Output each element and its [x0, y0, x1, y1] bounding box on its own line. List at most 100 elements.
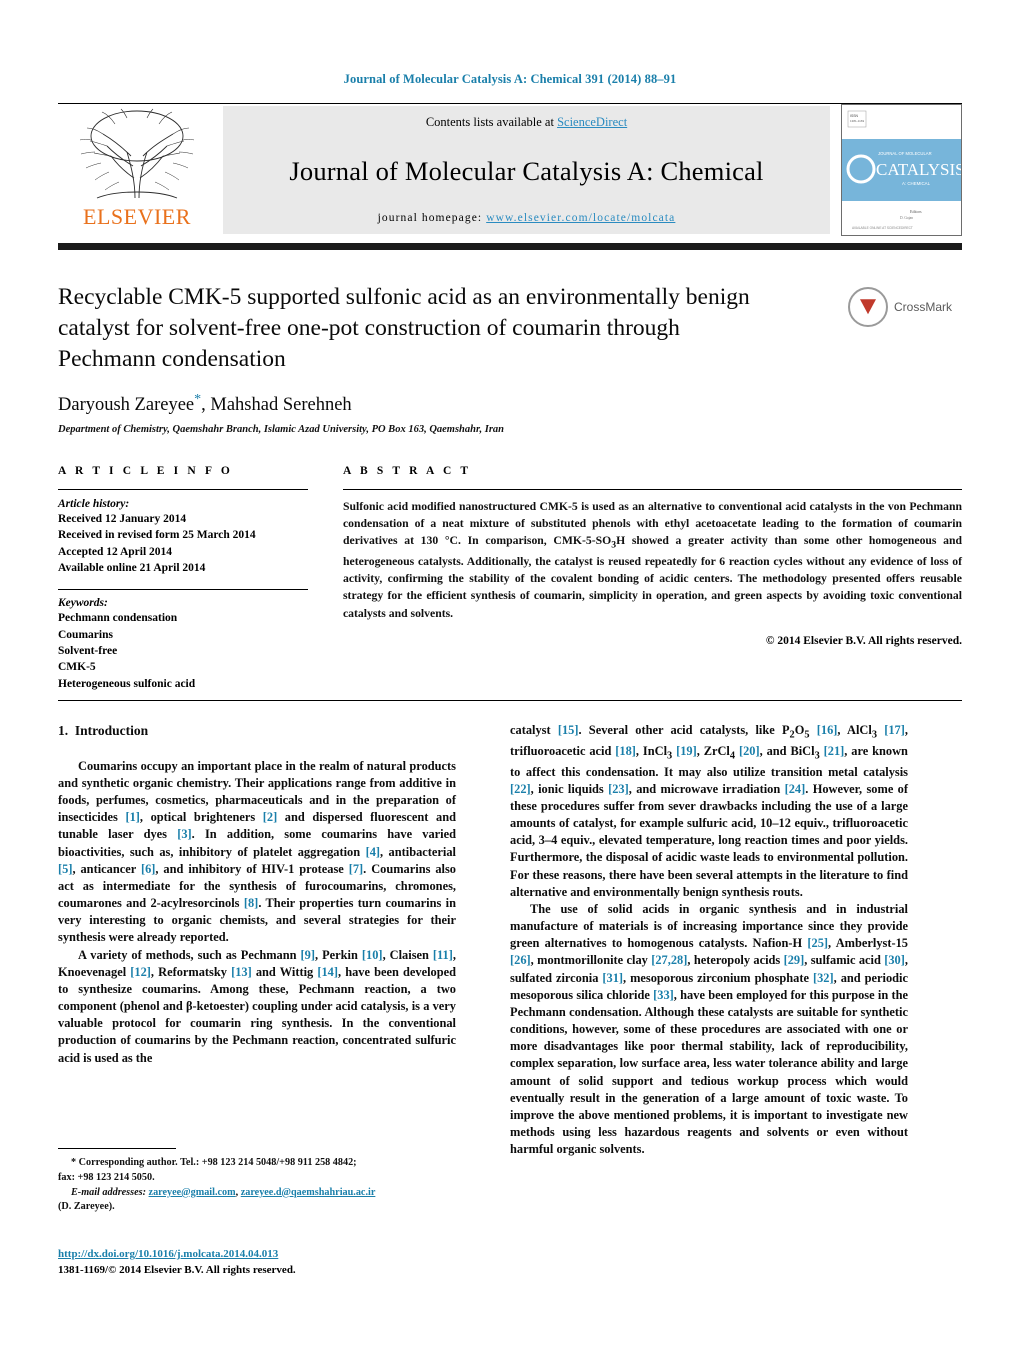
crossmark-label: CrossMark	[894, 300, 953, 314]
corresponding-author-note: * Corresponding author. Tel.: +98 123 21…	[71, 1157, 357, 1168]
section-title: Introduction	[74, 723, 149, 738]
citation-ref[interactable]: [23]	[608, 782, 629, 796]
citation-ref[interactable]: [14]	[317, 965, 338, 979]
affiliation: Department of Chemistry, Qaemshahr Branc…	[58, 424, 505, 436]
paragraph: The use of solid acids in organic synthe…	[510, 901, 909, 1157]
citation-ref[interactable]: [25]	[807, 936, 828, 950]
citation-ref[interactable]: [13]	[231, 965, 252, 979]
body-column-right: catalyst [15]. Several other acid cataly…	[510, 722, 908, 1158]
article-history-heading: Article history:	[58, 498, 130, 510]
elsevier-wordmark: ELSEVIER	[83, 204, 191, 229]
citation-ref[interactable]: [5]	[58, 862, 72, 876]
article-info-heading: A R T I C L E I N F O	[58, 465, 233, 477]
svg-text:Editors: Editors	[910, 209, 922, 214]
citation-ref[interactable]: [11]	[433, 948, 453, 962]
citation-ref[interactable]: [12]	[130, 965, 151, 979]
email-link-1[interactable]: zareyee@gmail.com	[149, 1187, 236, 1198]
body-column-left: 1. Introduction Coumarins occupy an impo…	[58, 722, 456, 1067]
citation-ref[interactable]: [17]	[884, 723, 905, 737]
doi-link[interactable]: http://dx.doi.org/10.1016/j.molcata.2014…	[58, 1247, 478, 1263]
keywords-rule	[58, 589, 308, 591]
keywords-heading: Keywords:	[58, 597, 108, 610]
elsevier-logo: ELSEVIER	[58, 106, 216, 234]
svg-text:ISSN: ISSN	[850, 114, 858, 118]
svg-text:D. Gajan: D. Gajan	[900, 216, 913, 220]
journal-header: ELSEVIER Contents lists available at Sci…	[58, 104, 962, 236]
citation-ref[interactable]: [3]	[177, 827, 191, 841]
email-owner: (D. Zareyee).	[58, 1201, 115, 1213]
citation-ref[interactable]: [2]	[263, 810, 277, 824]
footnote-rule	[58, 1148, 176, 1149]
citation-ref[interactable]: [10]	[362, 948, 383, 962]
footnote-block: * Corresponding author. Tel.: +98 123 21…	[58, 1156, 458, 1215]
contents-available-line: Contents lists available at ScienceDirec…	[426, 115, 627, 130]
citation-ref[interactable]: [22]	[510, 782, 531, 796]
citation-ref[interactable]: [19]	[676, 744, 697, 758]
citation-ref[interactable]: [9]	[301, 948, 315, 962]
citation-ref[interactable]: [30]	[884, 953, 905, 967]
citation-ref[interactable]: [21]	[824, 744, 845, 758]
doi-block: http://dx.doi.org/10.1016/j.molcata.2014…	[58, 1247, 478, 1279]
citation-ref[interactable]: [27,28]	[651, 953, 687, 967]
citation-ref[interactable]: [20]	[739, 744, 760, 758]
history-item: Accepted 12 April 2014	[58, 545, 173, 558]
journal-title: Journal of Molecular Catalysis A: Chemic…	[289, 155, 764, 186]
sciencedirect-link[interactable]: ScienceDirect	[557, 115, 627, 129]
body-top-divider	[58, 700, 962, 701]
keyword-item: Heterogeneous sulfonic acid	[58, 677, 196, 690]
citation-ref[interactable]: [24]	[785, 782, 806, 796]
keyword-item: Solvent-free	[58, 644, 118, 657]
journal-homepage-line: journal homepage: www.elsevier.com/locat…	[378, 212, 676, 224]
citation-ref[interactable]: [31]	[602, 971, 623, 985]
citation-ref[interactable]: [18]	[615, 744, 636, 758]
email-note: E-mail addresses: zareyee@gmail.com, zar…	[71, 1186, 376, 1198]
svg-text:CATALYSIS: CATALYSIS	[876, 160, 961, 179]
elsevier-tree-icon	[79, 108, 195, 199]
section-heading: 1. Introduction	[58, 722, 456, 741]
svg-text:JOURNAL OF MOLECULAR: JOURNAL OF MOLECULAR	[878, 151, 932, 156]
keyword-item: CMK-5	[58, 661, 96, 674]
journal-cover-image: ISSN 1381-1169 JOURNAL OF MOLECULAR CATA…	[842, 105, 961, 235]
citation-ref[interactable]: [7]	[349, 862, 363, 876]
abstract-column: A B S T R A C T Sulfonic acid modified n…	[343, 465, 962, 647]
citation-ref[interactable]: [29]	[784, 953, 805, 967]
citation-ref[interactable]: [15]	[558, 723, 579, 737]
title-block: Recyclable CMK-5 supported sulfonic acid…	[58, 282, 962, 435]
citation-ref[interactable]: [1]	[125, 810, 139, 824]
citation-ref[interactable]: [16]	[817, 723, 838, 737]
abstract-rule	[343, 489, 962, 490]
citation-ref[interactable]: [32]	[813, 971, 834, 985]
journal-masthead: Contents lists available at ScienceDirec…	[223, 106, 830, 234]
crossmark-badge[interactable]: CrossMark	[848, 278, 962, 336]
history-item: Received in revised form 25 March 2014	[58, 529, 256, 542]
running-head: Journal of Molecular Catalysis A: Chemic…	[343, 72, 677, 86]
citation-ref[interactable]: [4]	[366, 845, 380, 859]
citation-ref[interactable]: [26]	[510, 953, 531, 967]
author-list: Daryoush Zareyee*, Mahshad Serehneh	[58, 392, 962, 416]
keyword-item: Coumarins	[58, 628, 113, 641]
author-secondary: , Mahshad Serehneh	[201, 395, 352, 416]
svg-text:1381-1169: 1381-1169	[850, 119, 864, 123]
paragraph: A variety of methods, such as Pechmann […	[58, 947, 456, 1065]
contents-prefix: Contents lists available at	[425, 115, 558, 129]
homepage-prefix: journal homepage:	[377, 212, 487, 224]
article-info-column: A R T I C L E I N F O Article history: R…	[58, 465, 308, 692]
section-number: 1.	[58, 723, 69, 738]
keyword-item: Pechmann condensation	[58, 612, 178, 625]
author-primary: Daryoush Zareyee	[58, 395, 195, 416]
page-title: Recyclable CMK-5 supported sulfonic acid…	[58, 284, 750, 373]
citation-ref[interactable]: [8]	[244, 896, 258, 910]
history-item: Received 12 January 2014	[58, 513, 187, 525]
svg-text:A: CHEMICAL: A: CHEMICAL	[902, 181, 931, 186]
paragraph: Coumarins occupy an important place in t…	[58, 758, 457, 945]
citation-ref[interactable]: [6]	[141, 862, 155, 876]
article-info-rule	[58, 489, 308, 490]
email-link-2[interactable]: zareyee.d@qaemshahriau.ac.ir	[241, 1187, 376, 1198]
header-black-bar	[58, 243, 962, 250]
journal-cover-thumbnail[interactable]: ISSN 1381-1169 JOURNAL OF MOLECULAR CATA…	[841, 104, 962, 236]
citation-ref[interactable]: [33]	[653, 988, 674, 1002]
journal-homepage-link[interactable]: www.elsevier.com/locate/molcata	[486, 212, 675, 224]
journal-article-page: Journal of Molecular Catalysis A: Chemic…	[0, 0, 1020, 1351]
abstract-text: Sulfonic acid modified nanostructured CM…	[343, 500, 962, 620]
fax-note: fax: +98 123 214 5050.	[58, 1171, 155, 1183]
